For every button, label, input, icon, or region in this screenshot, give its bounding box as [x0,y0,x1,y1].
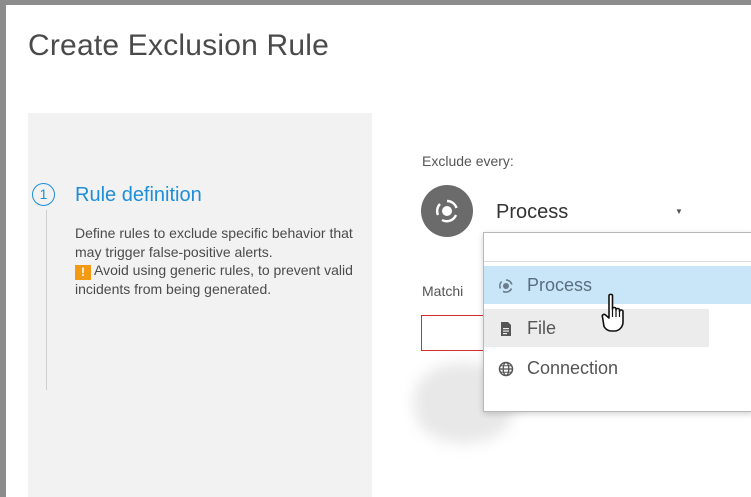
step-number-badge: 1 [32,183,55,206]
dropdown-search-input[interactable] [484,233,751,262]
hand-cursor-icon [601,293,624,332]
chevron-down-icon: ▼ [675,207,683,216]
globe-icon [498,361,514,377]
dropdown-option-label: Connection [527,358,619,378]
dropdown-option-label: File [527,318,557,338]
process-icon [499,279,513,293]
exclude-every-label: Exclude every: [422,153,514,169]
exclude-type-select[interactable]: Process ▼ [493,193,693,229]
exclusion-rule-dialog: Create Exclusion Rule 1 Rule definition … [6,5,751,497]
dropdown-option-label: Process [527,275,593,295]
step-description: Define rules to exclude specific behavio… [75,224,360,299]
matching-label: Matchi [422,283,464,299]
exclude-type-value: Process [496,201,569,223]
step-warning-text: Avoid using generic rules, to prevent va… [75,262,353,297]
process-type-icon [421,185,473,237]
steps-panel [28,113,372,497]
file-icon [501,322,511,336]
warning-icon: ! [75,265,91,280]
step-connector-line [46,210,47,390]
step-description-text: Define rules to exclude specific behavio… [75,225,353,260]
page-title: Create Exclusion Rule [28,29,330,62]
step-title[interactable]: Rule definition [75,184,202,207]
dropdown-option-connection[interactable]: Connection [484,349,751,387]
dropdown-option-file[interactable]: File [484,309,709,347]
